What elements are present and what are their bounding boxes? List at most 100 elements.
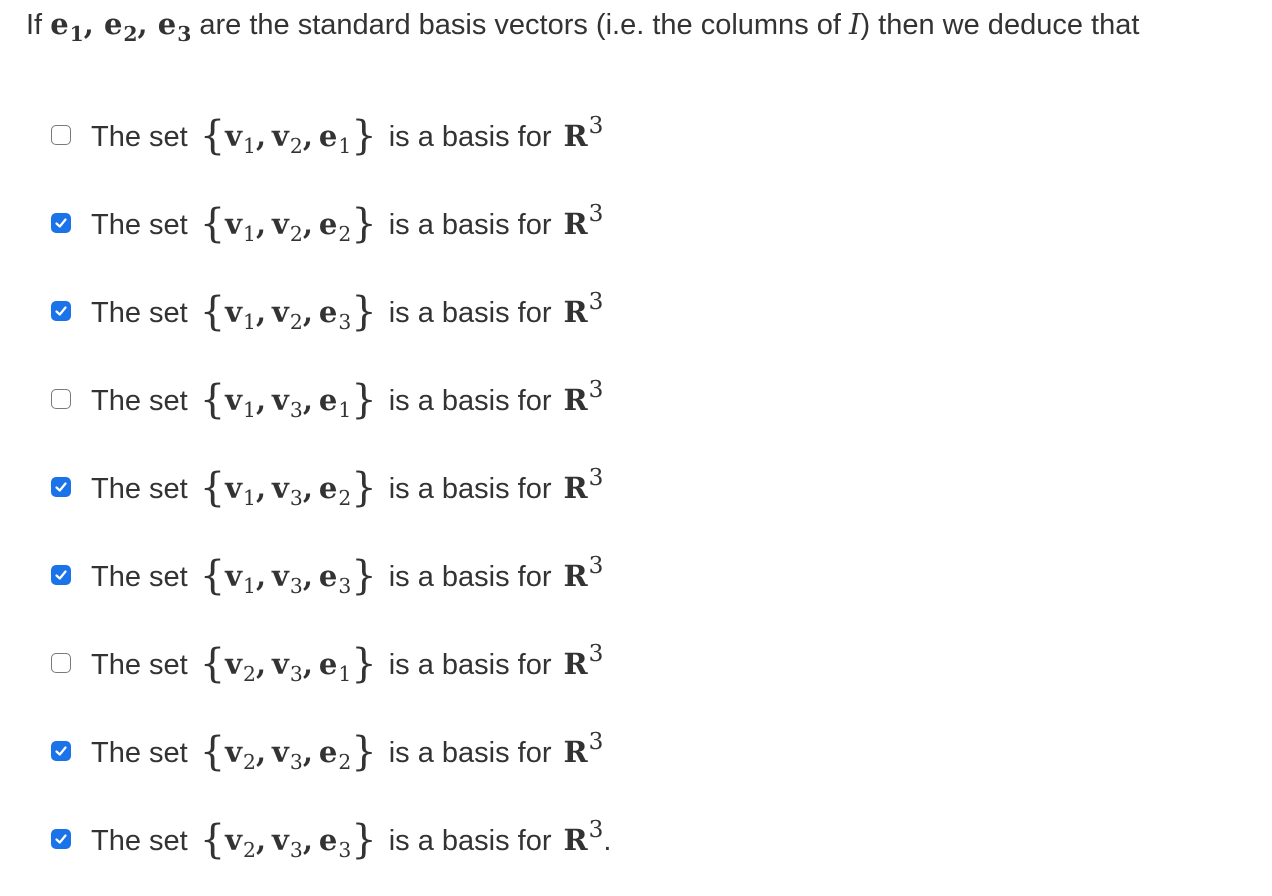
option-suffix: is a basis for xyxy=(388,121,552,153)
option-prefix: The set xyxy=(91,121,188,153)
real-space: R3 xyxy=(563,288,604,329)
vector-set: v1, v3, e1 xyxy=(225,368,351,435)
checkbox[interactable] xyxy=(51,389,71,409)
checkbox[interactable] xyxy=(51,213,71,233)
option-label[interactable]: The set{v1, v2, e3} is a basis for R3 xyxy=(91,280,603,347)
question-comma: , xyxy=(137,7,158,41)
close-brace: } xyxy=(351,553,377,599)
vector: v2 xyxy=(272,207,303,247)
check-icon xyxy=(55,218,67,228)
option-suffix: is a basis for xyxy=(388,825,552,857)
checkbox[interactable] xyxy=(51,565,71,585)
open-brace: { xyxy=(199,201,226,247)
option-label[interactable]: The set{v1, v2, e2} is a basis for R3 xyxy=(91,192,603,259)
real-space: R3 xyxy=(563,816,604,857)
vector-separator: , xyxy=(302,735,313,769)
vector: v1 xyxy=(225,383,256,423)
vector-set: v1, v3, e3 xyxy=(225,544,351,611)
option-prefix: The set xyxy=(91,649,188,681)
vector-separator: , xyxy=(302,383,313,417)
close-brace: } xyxy=(351,817,377,863)
option-label[interactable]: The set{v1, v3, e3} is a basis for R3 xyxy=(91,544,603,611)
option-row[interactable]: The set{v2, v3, e2} is a basis for R3 xyxy=(51,720,1231,808)
option-prefix: The set xyxy=(91,473,188,505)
vector-separator: , xyxy=(255,471,267,505)
vector-separator: , xyxy=(255,559,267,593)
close-brace: } xyxy=(351,377,377,423)
check-icon xyxy=(55,482,67,492)
vector-set: v1, v2, e3 xyxy=(225,280,351,347)
vector: v2 xyxy=(225,823,256,863)
checkbox[interactable] xyxy=(51,829,71,849)
vector-separator: , xyxy=(302,823,313,857)
question-suffix: ) then we deduce that xyxy=(860,9,1140,41)
vector: e2 xyxy=(318,735,352,775)
vector: e1 xyxy=(318,119,352,159)
vector: v3 xyxy=(272,735,303,775)
option-row[interactable]: The set{v2, v3, e1} is a basis for R3 xyxy=(51,632,1231,720)
option-label[interactable]: The set{v1, v3, e2} is a basis for R3 xyxy=(91,456,603,523)
question-matrix: I xyxy=(849,7,861,41)
close-brace: } xyxy=(351,465,377,511)
open-brace: { xyxy=(199,113,226,159)
vector-separator: , xyxy=(255,119,267,153)
vector: v1 xyxy=(225,119,256,159)
close-brace: } xyxy=(351,113,377,159)
option-label[interactable]: The set{v2, v3, e2} is a basis for R3 xyxy=(91,720,603,787)
vector: e3 xyxy=(318,823,352,863)
close-brace: } xyxy=(351,289,377,335)
option-end: . xyxy=(603,825,612,857)
option-label[interactable]: The set{v2, v3, e3} is a basis for R3. xyxy=(91,808,611,875)
question-text: If e1, e2, e3 are the standard basis vec… xyxy=(26,4,1139,47)
vector: v2 xyxy=(272,119,303,159)
option-suffix: is a basis for xyxy=(388,473,552,505)
vector: v1 xyxy=(225,207,256,247)
vector: v3 xyxy=(272,647,303,687)
real-space: R3 xyxy=(563,640,604,681)
checkbox[interactable] xyxy=(51,125,71,145)
vector-set: v2, v3, e1 xyxy=(225,632,351,699)
vector-separator: , xyxy=(255,735,267,769)
close-brace: } xyxy=(351,729,377,775)
check-icon xyxy=(55,834,67,844)
option-prefix: The set xyxy=(91,385,188,417)
vector: e2 xyxy=(318,207,352,247)
vector: e1 xyxy=(318,647,352,687)
option-row[interactable]: The set{v1, v3, e3} is a basis for R3 xyxy=(51,544,1231,632)
option-row[interactable]: The set{v2, v3, e3} is a basis for R3. xyxy=(51,808,1231,896)
check-icon xyxy=(55,570,67,580)
option-suffix: is a basis for xyxy=(388,297,552,329)
checkbox[interactable] xyxy=(51,653,71,673)
real-space: R3 xyxy=(563,552,604,593)
checkbox[interactable] xyxy=(51,301,71,321)
option-row[interactable]: The set{v1, v2, e1} is a basis for R3 xyxy=(51,104,1231,192)
vector-separator: , xyxy=(255,823,267,857)
question-vector-e2: e2 xyxy=(103,7,138,47)
vector-set: v1, v2, e2 xyxy=(225,192,351,259)
vector: v3 xyxy=(272,471,303,511)
vector: e1 xyxy=(318,383,352,423)
option-label[interactable]: The set{v1, v2, e1} is a basis for R3 xyxy=(91,104,603,171)
checkbox[interactable] xyxy=(51,741,71,761)
option-suffix: is a basis for xyxy=(388,737,552,769)
question-middle: are the standard basis vectors (i.e. the… xyxy=(199,9,841,41)
vector-separator: , xyxy=(302,471,313,505)
vector-separator: , xyxy=(302,295,313,329)
option-prefix: The set xyxy=(91,561,188,593)
vector: v1 xyxy=(225,559,256,599)
option-row[interactable]: The set{v1, v3, e1} is a basis for R3 xyxy=(51,368,1231,456)
option-suffix: is a basis for xyxy=(388,385,552,417)
vector-separator: , xyxy=(255,207,267,241)
option-label[interactable]: The set{v1, v3, e1} is a basis for R3 xyxy=(91,368,603,435)
checkbox[interactable] xyxy=(51,477,71,497)
option-row[interactable]: The set{v1, v2, e2} is a basis for R3 xyxy=(51,192,1231,280)
real-space: R3 xyxy=(563,728,604,769)
vector: e3 xyxy=(318,559,352,599)
option-prefix: The set xyxy=(91,825,188,857)
option-label[interactable]: The set{v2, v3, e1} is a basis for R3 xyxy=(91,632,603,699)
option-row[interactable]: The set{v1, v2, e3} is a basis for R3 xyxy=(51,280,1231,368)
answer-options: The set{v1, v2, e1} is a basis for R3 The set… xyxy=(51,104,1231,896)
vector-separator: , xyxy=(255,647,267,681)
option-suffix: is a basis for xyxy=(388,209,552,241)
option-row[interactable]: The set{v1, v3, e2} is a basis for R3 xyxy=(51,456,1231,544)
